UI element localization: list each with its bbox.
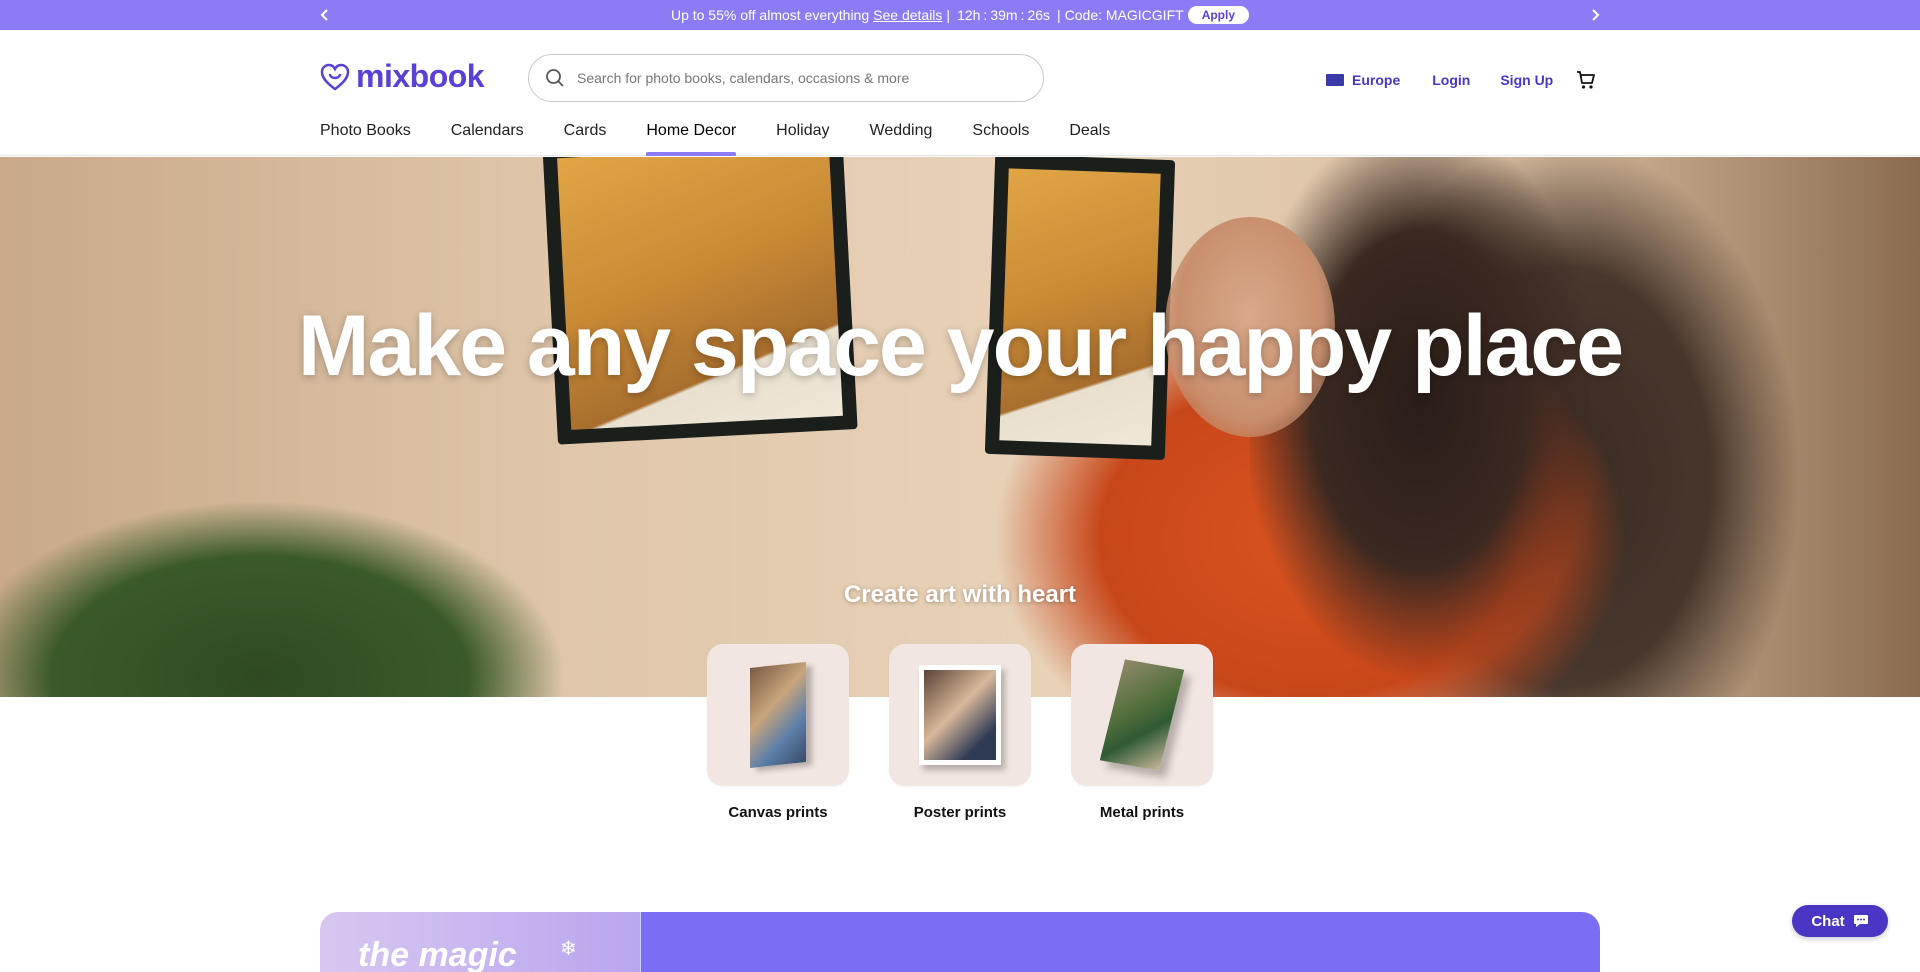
promo-timer-colon: : bbox=[1020, 7, 1025, 23]
eu-flag-icon bbox=[1326, 74, 1344, 86]
poster-print-image bbox=[889, 644, 1031, 786]
product-label: Metal prints bbox=[1099, 804, 1185, 821]
mixbook-logo[interactable]: mixbook bbox=[320, 58, 485, 95]
promo-next-arrow[interactable] bbox=[1580, 0, 1610, 30]
region-label: Europe bbox=[1352, 72, 1401, 88]
product-tile-metal[interactable]: Metal prints bbox=[1071, 644, 1213, 821]
promo-code: Code: MAGICGIFT bbox=[1064, 7, 1184, 23]
hero-banner: Make any space your happy place Create a… bbox=[0, 157, 1920, 697]
hero-subtitle: Create art with heart bbox=[843, 581, 1077, 608]
search-icon bbox=[546, 69, 564, 87]
promo-timer-hours: 12h bbox=[957, 7, 981, 23]
banner-heading: the magic bbox=[358, 936, 517, 972]
promo-apply-button[interactable]: Apply bbox=[1187, 6, 1250, 24]
promo-text: Up to 55% off almost everything bbox=[670, 7, 870, 23]
promo-prev-arrow[interactable] bbox=[310, 0, 340, 30]
login-link[interactable]: Login bbox=[1432, 72, 1470, 88]
chevron-right-icon bbox=[1592, 9, 1600, 21]
cart-icon[interactable] bbox=[1575, 69, 1597, 91]
promo-separator: | bbox=[1057, 7, 1061, 23]
signup-link[interactable]: Sign Up bbox=[1500, 72, 1553, 88]
holiday-promo-banner[interactable]: the magic ❄ bbox=[320, 912, 1600, 972]
region-selector[interactable]: Europe bbox=[1326, 72, 1400, 88]
nav-photo-books[interactable]: Photo Books bbox=[320, 122, 411, 156]
product-tile-poster[interactable]: Poster prints bbox=[889, 644, 1031, 821]
main-nav: Photo Books Calendars Cards Home Decor H… bbox=[320, 122, 1110, 156]
product-label: Canvas prints bbox=[728, 804, 828, 821]
metal-print-image bbox=[1071, 644, 1213, 786]
heart-logo-icon bbox=[320, 63, 350, 91]
nav-deals[interactable]: Deals bbox=[1069, 122, 1110, 156]
nav-home-decor[interactable]: Home Decor bbox=[646, 122, 736, 156]
promo-timer-colon: : bbox=[983, 7, 988, 23]
search-input[interactable] bbox=[577, 70, 1017, 86]
header-actions: Europe Login Sign Up bbox=[1326, 70, 1597, 90]
promo-timer-seconds: 26s bbox=[1027, 7, 1051, 23]
snowflake-icon: ❄ bbox=[560, 938, 577, 960]
logo-text: mixbook bbox=[356, 58, 485, 94]
chat-button[interactable]: Chat bbox=[1792, 905, 1888, 937]
chevron-left-icon bbox=[320, 9, 328, 21]
promo-bar: Up to 55% off almost everything See deta… bbox=[0, 0, 1920, 30]
promo-details-link[interactable]: See details bbox=[873, 7, 942, 23]
hero-title: Make any space your happy place bbox=[297, 298, 1624, 394]
canvas-print-image bbox=[707, 644, 849, 786]
site-header: mixbook Europe Login Sign Up Photo Books… bbox=[0, 30, 1920, 156]
banner-right-panel bbox=[640, 912, 1600, 972]
chat-label: Chat bbox=[1811, 912, 1845, 930]
nav-schools[interactable]: Schools bbox=[972, 122, 1029, 156]
product-tiles: Canvas prints Poster prints Metal prints bbox=[707, 644, 1213, 821]
nav-cards[interactable]: Cards bbox=[564, 122, 607, 156]
search-bar[interactable] bbox=[528, 54, 1044, 102]
nav-wedding[interactable]: Wedding bbox=[870, 122, 933, 156]
product-label: Poster prints bbox=[913, 804, 1007, 821]
banner-left-panel: the magic ❄ bbox=[320, 912, 640, 972]
product-tile-canvas[interactable]: Canvas prints bbox=[707, 644, 849, 821]
nav-calendars[interactable]: Calendars bbox=[451, 122, 524, 156]
promo-separator: | bbox=[946, 7, 951, 23]
promo-timer-minutes: 39m bbox=[990, 7, 1018, 23]
chat-bubble-icon bbox=[1853, 915, 1868, 927]
nav-holiday[interactable]: Holiday bbox=[776, 122, 829, 156]
